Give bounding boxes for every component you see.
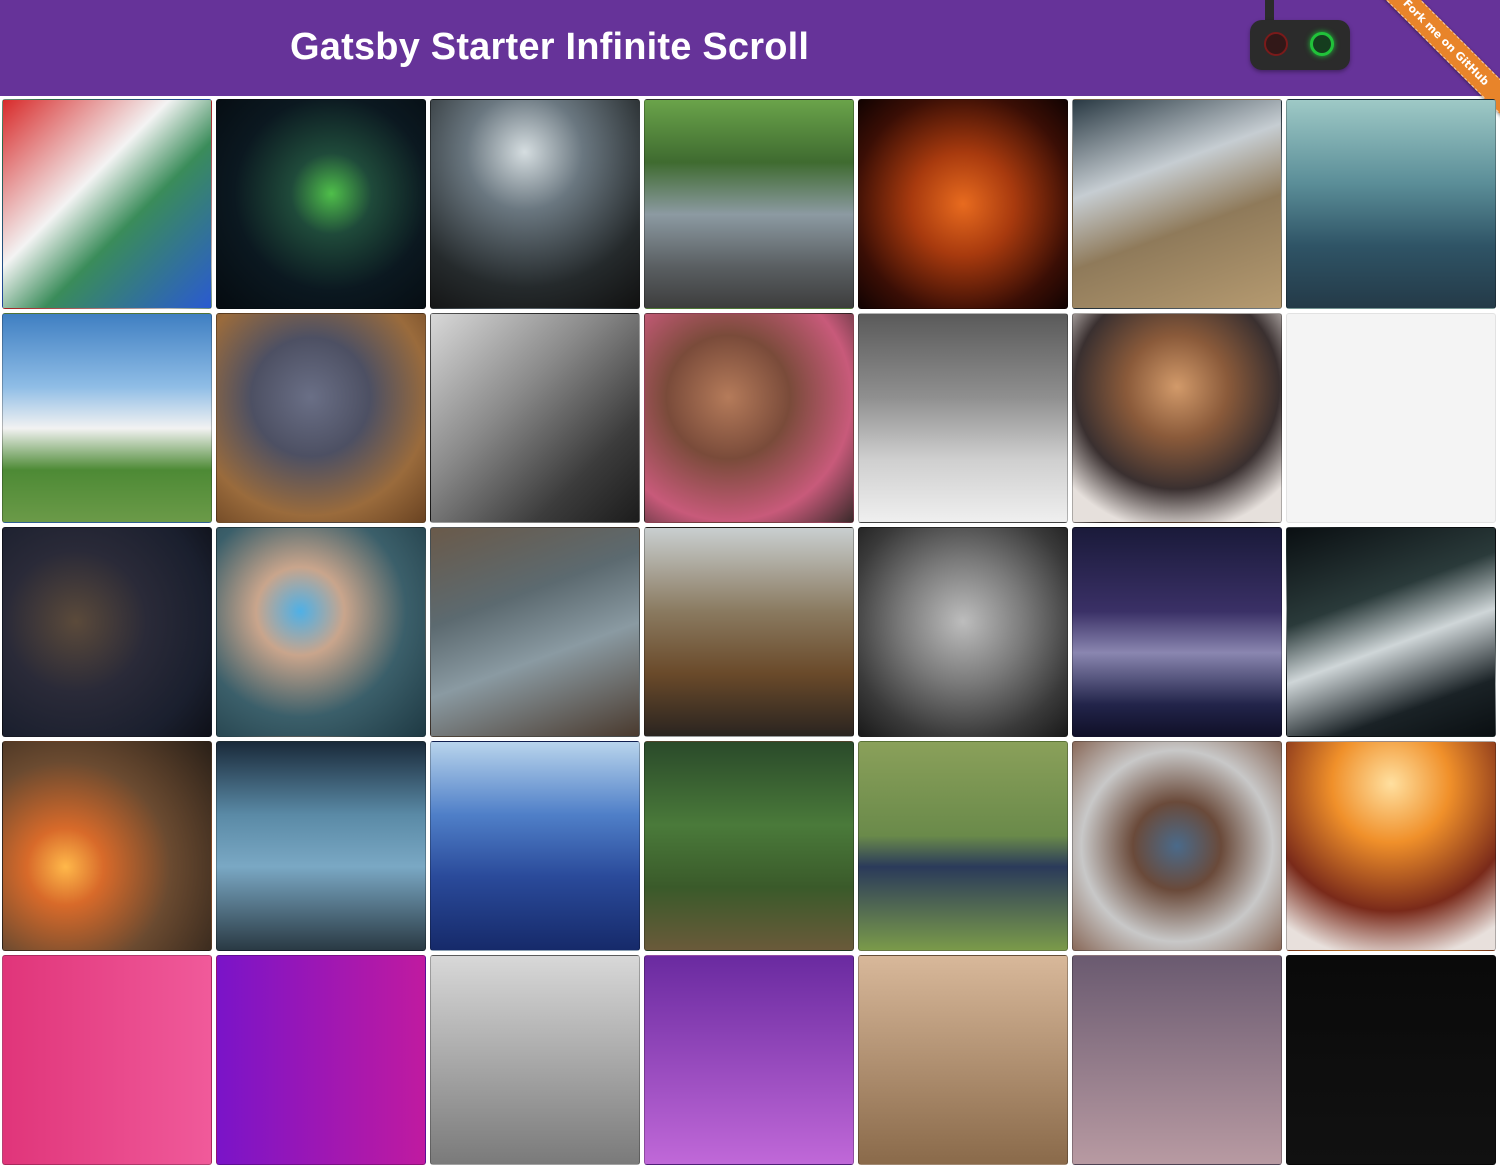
bokeh-lights-photo[interactable] [858,955,1068,1165]
purple-gradient-photo[interactable] [216,955,426,1165]
placeholder-tile [1286,313,1496,523]
hand-with-battery-photo[interactable] [216,313,426,523]
blue-mountain-range-photo[interactable] [430,741,640,951]
red-light-icon [1264,32,1288,56]
fire-flames-photo[interactable] [858,99,1068,309]
wine-glasses-sunset-photo[interactable] [1286,741,1496,951]
green-light-icon [1310,32,1334,56]
mountain-valley-photo[interactable] [1286,99,1496,309]
woman-striped-sweater-photo[interactable] [2,99,212,309]
dry-plant-silhouette-photo[interactable] [430,99,640,309]
guitarist-photo[interactable] [2,527,212,737]
concert-lights-photo[interactable] [644,955,854,1165]
old-buildings-sky-photo[interactable] [430,527,640,737]
northern-lights-photo[interactable] [216,99,426,309]
woman-laptop-bed-photo[interactable] [1072,313,1282,523]
pink-gradient-photo[interactable] [2,955,212,1165]
industrial-plant-photo[interactable] [430,955,640,1165]
dusk-sky-photo[interactable] [1072,955,1282,1165]
theme-toggle-button[interactable] [1250,20,1350,70]
vintage-car-photo[interactable] [644,99,854,309]
starry-mountain-night-photo[interactable] [1072,527,1282,737]
baby-feet-bw-photo[interactable] [858,527,1068,737]
toggle-stem [1265,0,1274,22]
smartwatch-wrist-photo[interactable] [216,527,426,737]
white-house-field-photo[interactable] [2,313,212,523]
autumn-forest-road-photo[interactable] [644,527,854,737]
site-title[interactable]: Gatsby Starter Infinite Scroll [290,26,809,69]
person-silver-hoodie-photo[interactable] [1072,99,1282,309]
flower-crown-photo[interactable] [644,313,854,523]
smiling-couple-photo[interactable] [1072,741,1282,951]
campfire-child-photo[interactable] [2,741,212,951]
city-traffic-night-photo[interactable] [1286,527,1496,737]
snowy-bicycles-photo[interactable] [858,313,1068,523]
green-forest-log-photo[interactable] [644,741,854,951]
dark-night-photo[interactable] [1286,955,1496,1165]
woman-chair-grass-photo[interactable] [858,741,1068,951]
holding-hands-bw-photo[interactable] [430,313,640,523]
misty-blue-cliff-photo[interactable] [216,741,426,951]
image-gallery-grid [2,99,1496,1165]
